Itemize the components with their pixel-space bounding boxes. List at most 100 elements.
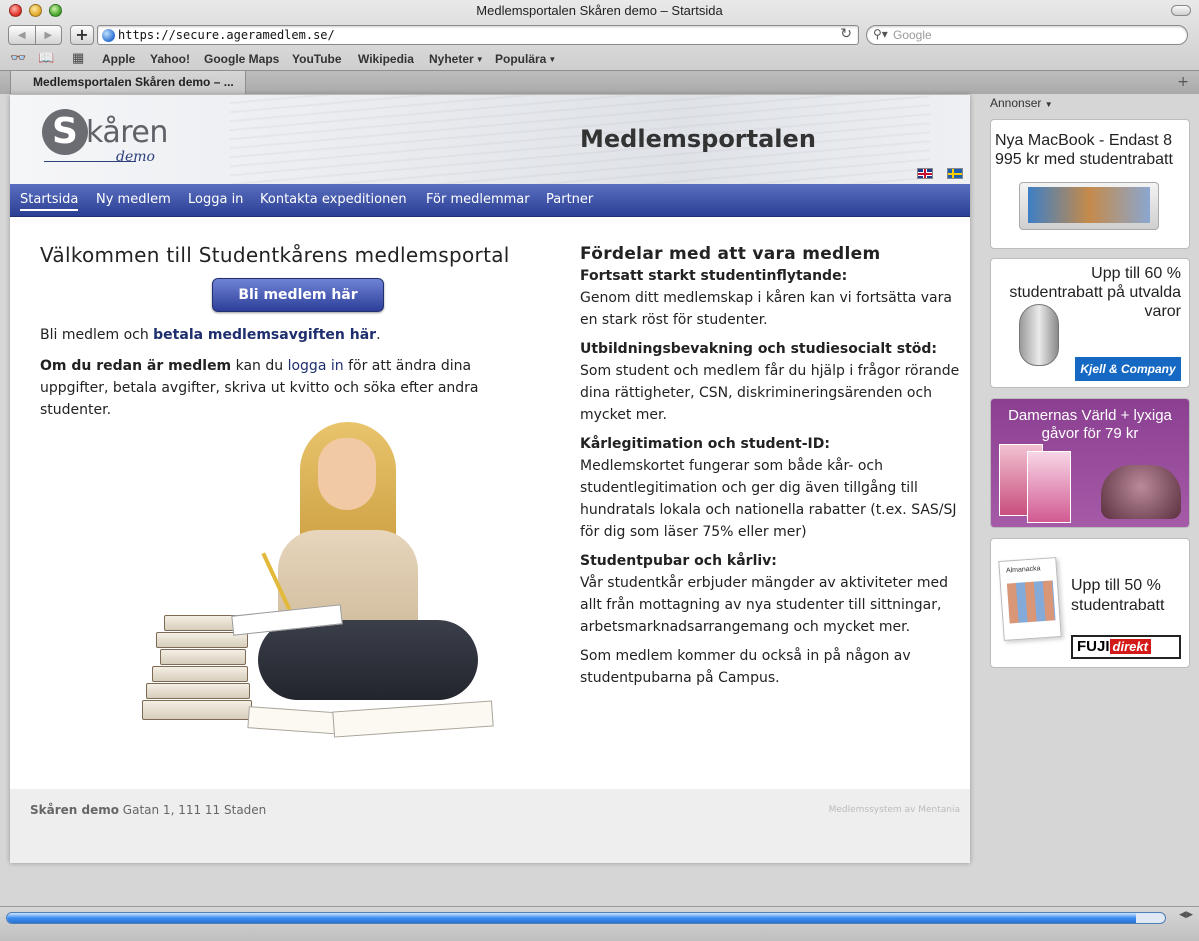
ad-fuji[interactable]: Almanacka Upp till 50 % studentrabatt FU…	[990, 538, 1190, 668]
fuji-logo-main: FUJI	[1077, 638, 1110, 655]
benefit-text: Som medlem kommer du också in på någon a…	[580, 648, 911, 686]
web-page: S kåren demo Medlemsportalen Startsida N…	[10, 95, 970, 863]
bookmark-youtube[interactable]: YouTube	[292, 52, 342, 66]
benefit-title: Utbildningsbevakning och studiesocialt s…	[580, 341, 938, 357]
bookmark-apple[interactable]: Apple	[102, 52, 135, 66]
ads-menu[interactable]: Annonser ▼	[990, 96, 1053, 110]
join-button[interactable]: Bli medlem här	[212, 278, 384, 312]
site-header: S kåren demo Medlemsportalen	[10, 95, 970, 184]
scroll-arrows-icon[interactable]: ◀▶	[1179, 910, 1193, 920]
logo-letter: S	[42, 109, 88, 155]
main-navigation: Startsida Ny medlem Logga in Kontakta ex…	[10, 184, 970, 217]
new-tab-icon[interactable]: +	[1177, 74, 1189, 90]
window-title: Medlemsportalen Skåren demo – Startsida	[476, 3, 723, 18]
nav-partner[interactable]: Partner	[546, 192, 593, 207]
bookmark-nyheter-menu[interactable]: Nyheter ▼	[429, 52, 484, 66]
browser-chrome: Medlemsportalen Skåren demo – Startsida …	[0, 0, 1199, 94]
calendar-grid	[1006, 580, 1056, 624]
pay-fee-link[interactable]: betala medlemsavgiften här	[153, 327, 376, 343]
site-logo[interactable]: S kåren demo	[42, 109, 192, 169]
navigation-toolbar: ◀ ▶ + https://secure.ageramedlem.se/ ↻ ⚲…	[0, 22, 1199, 48]
fuji-logo-accent: direkt	[1109, 639, 1151, 654]
title-bar: Medlemsportalen Skåren demo – Startsida	[0, 0, 1199, 22]
book-stack-item	[152, 666, 248, 682]
back-button[interactable]: ◀	[9, 26, 35, 44]
bookmark-populara-menu[interactable]: Populära ▼	[495, 52, 556, 66]
open-book-icon[interactable]: 📖	[38, 50, 54, 66]
ad-macbook[interactable]: Nya MacBook - Endast 8 995 kr med studen…	[990, 119, 1190, 249]
top-sites-grid-icon[interactable]: ▦	[72, 50, 84, 66]
bookmark-google-maps[interactable]: Google Maps	[204, 52, 279, 66]
logo-word: kåren	[86, 115, 168, 150]
laptop-screen	[1028, 187, 1150, 223]
nav-ny-medlem[interactable]: Ny medlem	[96, 192, 171, 207]
member-text-mid: kan du	[231, 358, 288, 374]
kjell-logo: Kjell & Company	[1075, 357, 1181, 381]
tab-bar: Medlemsportalen Skåren demo – ... +	[0, 70, 1199, 94]
ad-text: Nya MacBook - Endast 8 995 kr med studen…	[995, 132, 1173, 168]
forward-button[interactable]: ▶	[34, 26, 62, 44]
open-book-right	[332, 700, 494, 738]
ad-kjell[interactable]: Upp till 60 % studentrabatt på utvalda v…	[990, 258, 1190, 388]
nav-startsida[interactable]: Startsida	[20, 192, 79, 211]
english-flag-icon[interactable]	[917, 168, 933, 179]
benefit-text: Som student och medlem får du hjälp i fr…	[580, 363, 960, 423]
laptop-image	[1019, 182, 1159, 230]
login-link[interactable]: logga in	[288, 358, 344, 374]
search-field[interactable]: ⚲▾ Google	[866, 25, 1188, 45]
benefit-text: Genom ditt medlemskap i kåren kan vi for…	[580, 290, 952, 328]
url-text[interactable]: https://secure.ageramedlem.se/	[118, 28, 335, 42]
welcome-section: Välkommen till Studentkårens medlemsport…	[40, 243, 540, 418]
site-footer: Skåren demo Gatan 1, 111 11 Staden Medle…	[10, 789, 970, 863]
footer-address-text: Gatan 1, 111 11 Staden	[118, 803, 267, 817]
nav-logga-in[interactable]: Logga in	[188, 192, 243, 207]
tab-active[interactable]: Medlemsportalen Skåren demo – ...	[10, 71, 246, 94]
benefit-title: Fortsatt starkt studentinflytande:	[580, 268, 848, 284]
benefit-item: Kårlegitimation och student-ID: Medlemsk…	[580, 433, 960, 543]
benefit-text: Medlemskortet fungerar som både kår- och…	[580, 458, 957, 540]
bookmarks-bar: 👓 📖 ▦ Apple Yahoo! Google Maps YouTube W…	[0, 49, 1199, 69]
fuji-logo: FUJI direkt	[1071, 635, 1181, 659]
benefits-heading: Fördelar med att vara medlem	[580, 244, 881, 264]
purse-image	[1101, 465, 1181, 519]
search-icon[interactable]: ⚲▾	[873, 27, 888, 41]
join-text-prefix: Bli medlem och	[40, 327, 154, 343]
footer-credit-link[interactable]: Medlemssystem av Mentania	[829, 805, 960, 815]
ad-text: Upp till 50 % studentrabatt	[1071, 577, 1165, 614]
loading-progress-fill	[7, 913, 1137, 923]
benefit-title: Kårlegitimation och student-ID:	[580, 436, 830, 452]
chevron-down-icon: ▼	[548, 55, 557, 64]
benefit-item: Utbildningsbevakning och studiesocialt s…	[580, 338, 960, 426]
search-placeholder: Google	[893, 28, 932, 42]
welcome-heading: Välkommen till Studentkårens medlemsport…	[40, 243, 510, 267]
student-legs	[258, 620, 478, 700]
forward-arrow-icon: ▶	[44, 29, 53, 41]
ad-text: Damernas Värld + lyxiga gåvor för 79 kr	[1008, 407, 1172, 442]
ads-label: Annonser	[990, 96, 1042, 110]
benefit-item: Fortsatt starkt studentinflytande: Genom…	[580, 265, 960, 331]
benefit-item: Studentpubar och kårliv: Vår studentkår …	[580, 550, 960, 638]
address-bar[interactable]: https://secure.ageramedlem.se/ ↻	[97, 25, 859, 45]
footer-address: Skåren demo Gatan 1, 111 11 Staden	[30, 803, 266, 817]
toolbar-toggle-button[interactable]	[1171, 5, 1191, 16]
add-bookmark-button[interactable]: +	[70, 25, 94, 45]
book-stack-item	[142, 700, 252, 720]
tab-label: Medlemsportalen Skåren demo – ...	[33, 75, 234, 89]
book-stack-item	[146, 683, 250, 699]
magazine-image	[1027, 451, 1071, 523]
bookmark-yahoo[interactable]: Yahoo!	[150, 52, 190, 66]
ad-damernas-varld[interactable]: Damernas Värld + lyxiga gåvor för 79 kr	[990, 398, 1190, 528]
reload-icon[interactable]: ↻	[840, 26, 852, 42]
chevron-down-icon: ▼	[1044, 100, 1053, 109]
footer-org: Skåren demo	[30, 803, 119, 817]
reading-glasses-icon[interactable]: 👓	[10, 50, 26, 66]
computer-mouse-image	[1019, 304, 1059, 366]
globe-icon	[102, 29, 115, 42]
swedish-flag-icon[interactable]	[947, 168, 963, 179]
nav-kontakta-expeditionen[interactable]: Kontakta expeditionen	[260, 192, 407, 207]
benefit-text: Vår studentkår erbjuder mängder av aktiv…	[580, 575, 948, 635]
student-photo	[128, 420, 498, 750]
nav-for-medlemmar[interactable]: För medlemmar	[426, 192, 530, 207]
bookmark-wikipedia[interactable]: Wikipedia	[358, 52, 414, 66]
logo-subtitle: demo	[116, 149, 155, 165]
